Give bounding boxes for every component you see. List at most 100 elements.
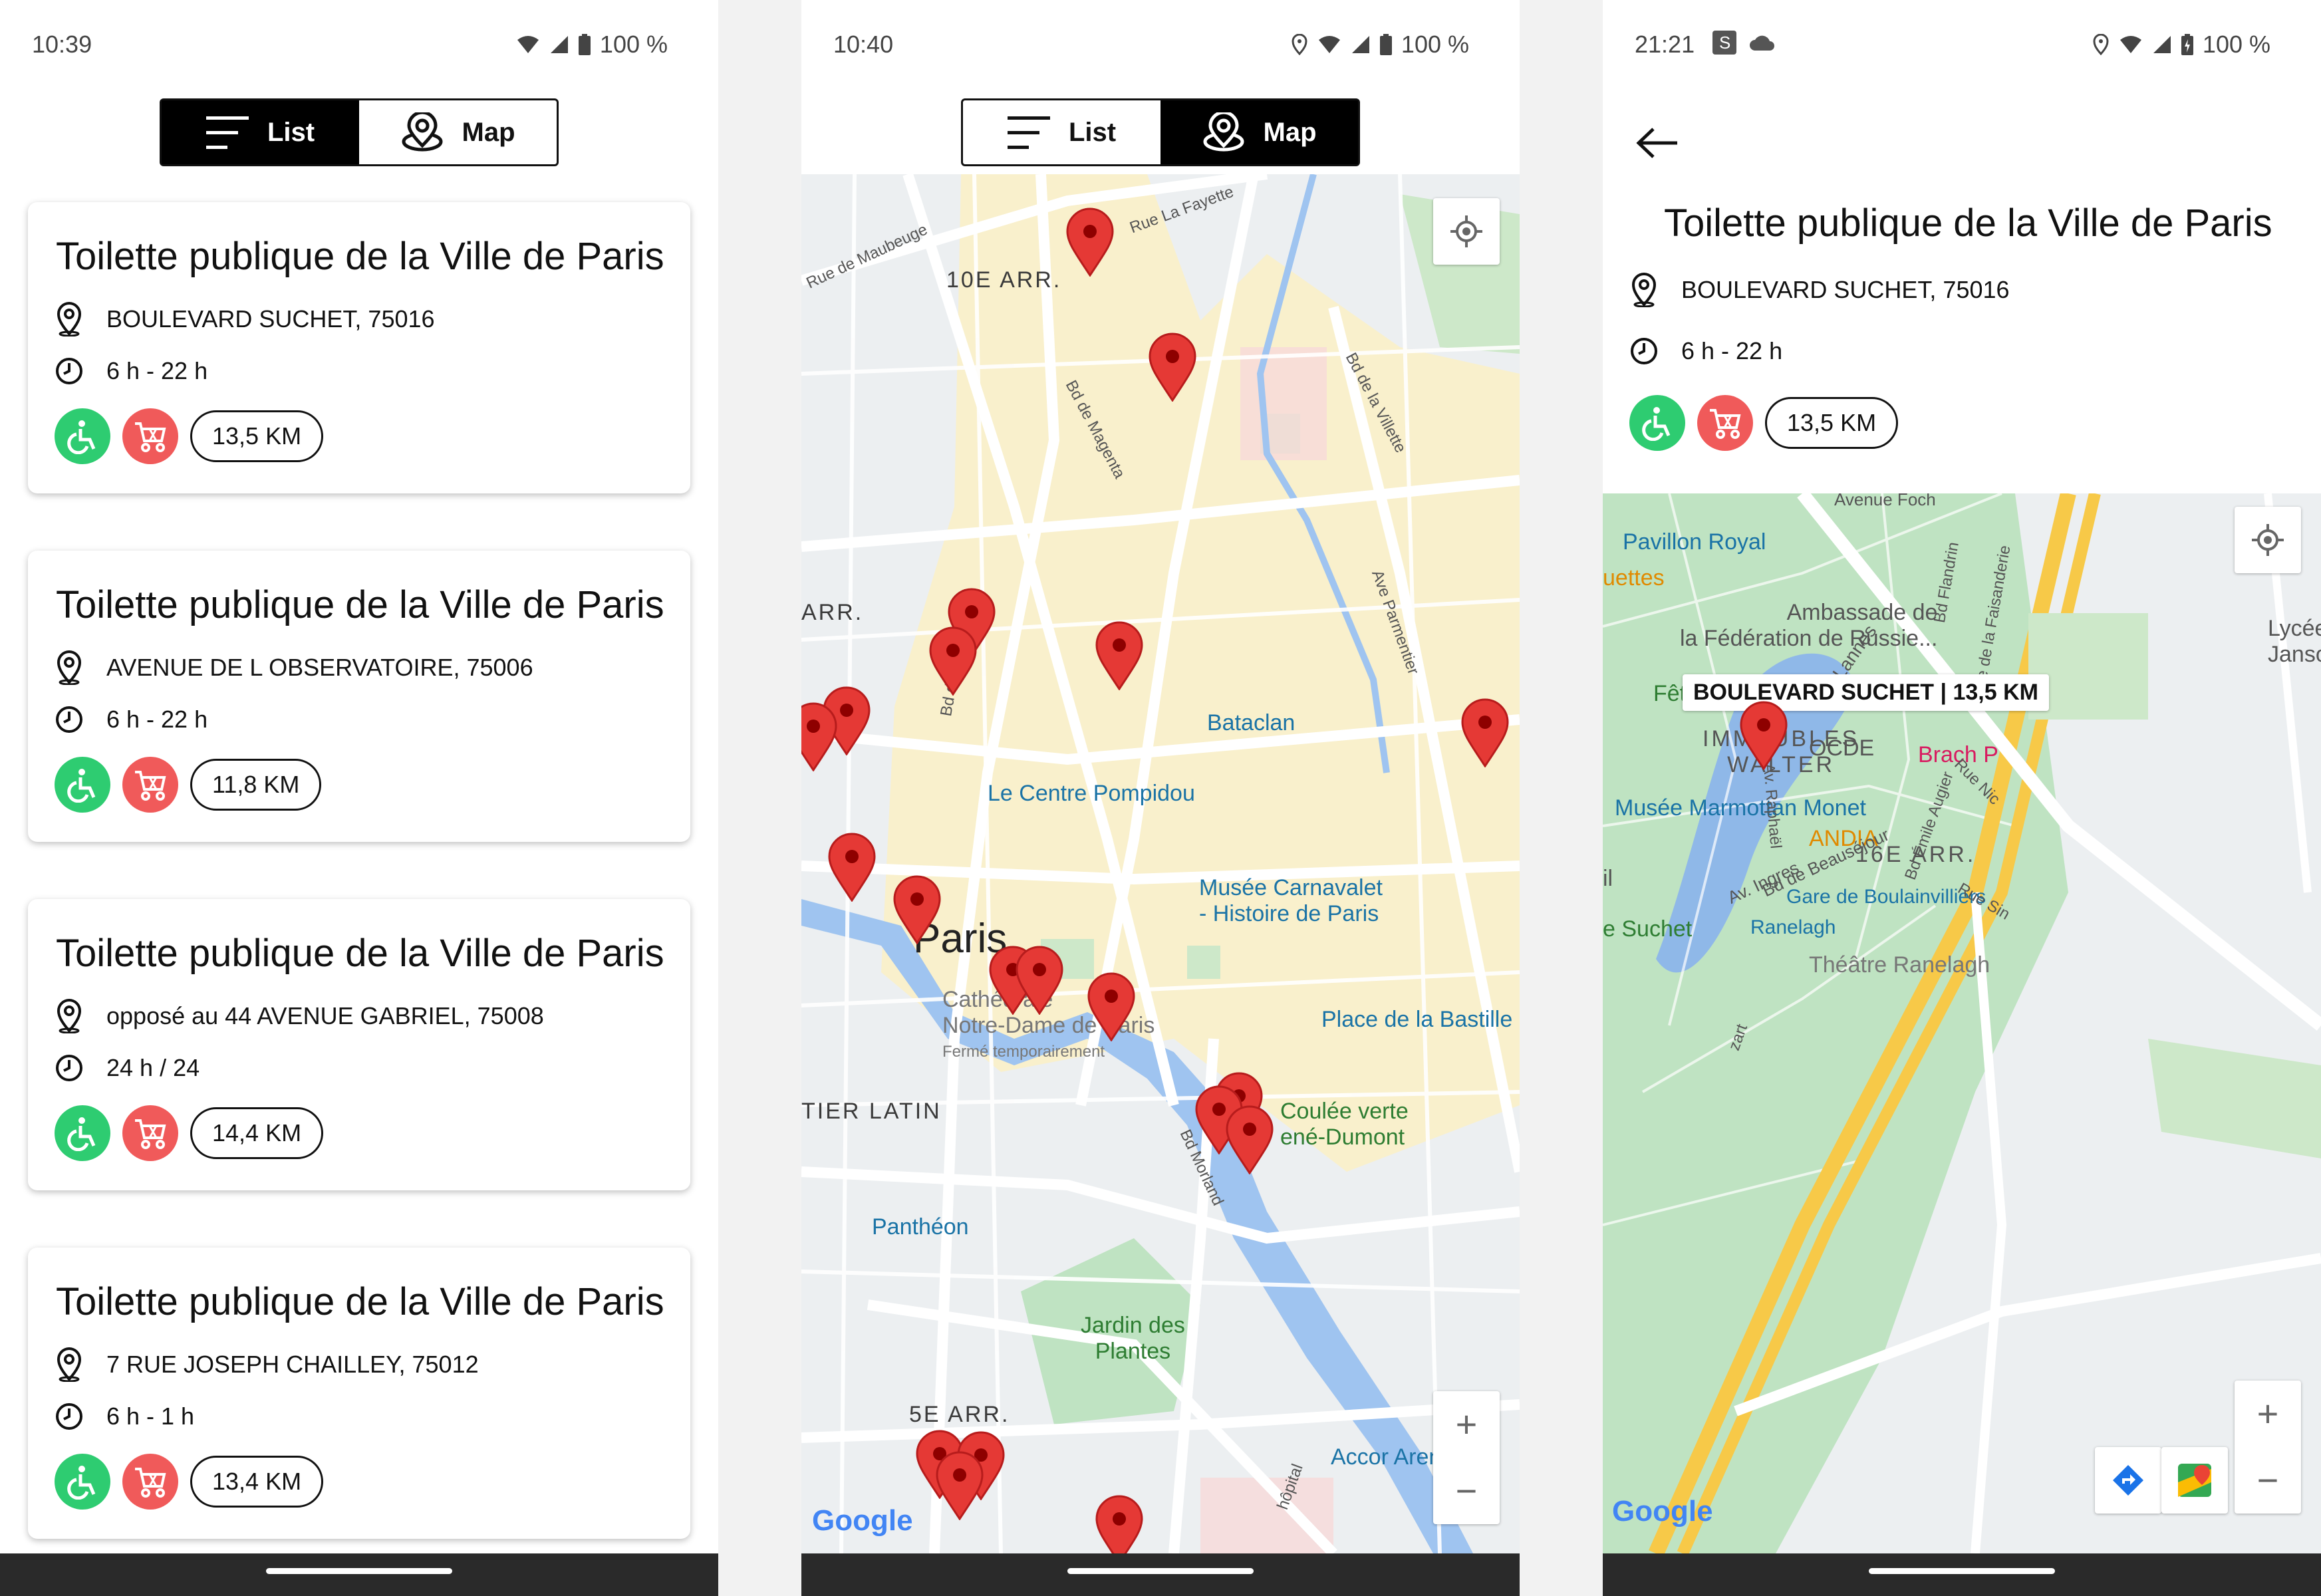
tab-list[interactable]: List <box>162 100 359 164</box>
toilet-pin[interactable] <box>1738 701 1789 770</box>
status-bar: 10:39 100 % <box>0 0 718 86</box>
tab-map[interactable]: Map <box>1160 100 1358 164</box>
google-logo: Google <box>812 1504 913 1537</box>
google-logo: Google <box>1612 1495 1713 1528</box>
detail-hours: 6 h - 22 h <box>1681 337 1783 364</box>
district-label: 5E ARR. <box>909 1402 1010 1427</box>
poi-lycee[interactable]: Lycée Janson d <box>2268 616 2321 668</box>
toilet-pin[interactable] <box>892 875 942 944</box>
status-time: 21:21 <box>1635 31 1695 58</box>
tab-list[interactable]: List <box>963 100 1160 164</box>
zoom-in-button[interactable]: + <box>2257 1381 2279 1447</box>
card-hours: 24 h / 24 <box>106 1054 200 1081</box>
card-address: BOULEVARD SUCHET, 75016 <box>106 305 435 332</box>
signal-icon <box>2153 36 2171 53</box>
park-label: Jardin des Plantes <box>1081 1313 1185 1364</box>
my-location-button[interactable] <box>2235 507 2301 573</box>
toilet-pin[interactable] <box>1460 698 1510 767</box>
poi-pompidou[interactable]: Le Centre Pompidou <box>988 781 1195 807</box>
distance-badge: 13,4 KM <box>190 1456 324 1508</box>
location-icon <box>57 650 82 685</box>
tab-map[interactable]: Map <box>359 100 557 164</box>
svg-text:S: S <box>1719 33 1730 53</box>
poi-carnavalet[interactable]: Musée Carnavalet - Histoire de Paris <box>1199 875 1383 927</box>
clock-icon <box>56 706 82 733</box>
detail-map[interactable]: Pavillon Royal uettes Ambassade de la Fé… <box>1603 493 2321 1553</box>
battery-icon <box>578 34 591 55</box>
poi-coulee-verte[interactable]: Coulée verte ené-Dumont <box>1280 1099 1409 1150</box>
toilet-pin[interactable] <box>801 702 839 771</box>
toilet-pin[interactable] <box>1147 332 1198 402</box>
card-hours: 6 h - 22 h <box>106 357 208 384</box>
back-arrow-icon[interactable] <box>1636 126 1679 160</box>
toilet-pin[interactable] <box>1094 621 1145 690</box>
poi-marmottan[interactable]: Musée Marmottan Monet <box>1615 795 1866 821</box>
zoom-in-button[interactable]: + <box>1456 1391 1478 1458</box>
poi-suchet[interactable]: e Suchet <box>1603 916 1692 942</box>
toilet-pin[interactable] <box>934 1451 985 1520</box>
home-handle[interactable] <box>266 1568 452 1574</box>
detail-title: Toilette publique de la Ville de Paris <box>1664 201 2272 245</box>
google-maps-icon <box>2178 1464 2211 1497</box>
toilet-card[interactable]: Toilette publique de la Ville de Paris B… <box>28 202 690 493</box>
poi-pantheon[interactable]: Panthéon <box>872 1214 969 1240</box>
poi-gare[interactable]: Gare de Boulainvilliers <box>1786 886 1986 908</box>
district-label: 10E ARR. <box>946 267 1062 293</box>
toilet-pin[interactable] <box>1014 946 1065 1015</box>
detail-screen: 21:21 S 100 % Toilette publique de la Vi… <box>1603 0 2321 1596</box>
distance-badge: 14,4 KM <box>190 1107 324 1159</box>
toilet-pin[interactable] <box>1224 1105 1275 1174</box>
distance-badge: 13,5 KM <box>1765 397 1899 449</box>
toilet-pin[interactable] <box>1065 207 1115 277</box>
battery-level: 100 % <box>2202 31 2270 58</box>
poi-ambassade[interactable]: Ambassade de la Fédération de Russie... <box>1680 600 1937 652</box>
zoom-out-button[interactable]: − <box>1456 1458 1478 1524</box>
baby-stroller-icon <box>122 408 178 464</box>
home-handle[interactable] <box>1067 1568 1254 1574</box>
clock-icon <box>56 1055 82 1081</box>
open-in-maps-button[interactable] <box>2161 1447 2228 1514</box>
battery-icon <box>1379 34 1392 55</box>
location-status-icon <box>2093 34 2109 55</box>
poi-bataclan[interactable]: Bataclan <box>1207 710 1295 736</box>
my-location-button[interactable] <box>1433 198 1500 265</box>
clock-icon <box>56 358 82 384</box>
location-icon <box>57 1347 82 1382</box>
poi-ocde[interactable]: OCDE <box>1809 735 1874 761</box>
wheelchair-icon <box>55 1105 110 1161</box>
poi-bastille[interactable]: Place de la Bastille <box>1321 1007 1512 1033</box>
card-title: Toilette publique de la Ville de Paris <box>56 932 664 975</box>
list-screen: 10:39 100 % List Map Toilette publique d… <box>0 0 718 1596</box>
status-bar: 10:40 100 % <box>801 0 1520 86</box>
wheelchair-icon <box>55 757 110 813</box>
toilet-card[interactable]: Toilette publique de la Ville de Paris o… <box>28 899 690 1190</box>
toilet-pin[interactable] <box>827 833 877 902</box>
wifi-icon <box>1318 36 1340 53</box>
toilet-card[interactable]: Toilette publique de la Ville de Paris A… <box>28 551 690 842</box>
status-bar: 21:21 S 100 % <box>1603 0 2321 86</box>
list-icon <box>1007 116 1050 149</box>
marker-callout[interactable]: BOULEVARD SUCHET | 13,5 KM <box>1683 674 2049 711</box>
district-label: ARR. <box>801 600 864 625</box>
toilet-pin[interactable] <box>1094 1495 1145 1553</box>
poi-pavillon-royal[interactable]: Pavillon Royal <box>1623 529 1766 555</box>
directions-button[interactable] <box>2095 1447 2161 1514</box>
location-status-icon <box>1292 34 1307 55</box>
clock-icon <box>56 1403 82 1430</box>
toilet-pin[interactable] <box>1086 972 1137 1041</box>
list-icon <box>205 116 249 149</box>
baby-stroller-icon <box>1697 395 1753 451</box>
poi-theatre[interactable]: Théâtre Ranelagh <box>1809 952 1990 978</box>
crosshair-icon <box>2252 524 2284 556</box>
gesture-bar <box>1603 1553 2321 1596</box>
view-toggle: List Map <box>160 98 559 166</box>
toilet-pin[interactable] <box>928 626 978 696</box>
zoom-out-button[interactable]: − <box>2257 1447 2279 1514</box>
home-handle[interactable] <box>1869 1568 2055 1574</box>
poi-ranelagh[interactable]: Ranelagh <box>1750 916 1836 939</box>
paris-map[interactable]: 10E ARR. ARR. Paris TIER LATIN 5E ARR. J… <box>801 174 1520 1553</box>
location-icon <box>57 302 82 336</box>
zoom-controls: + − <box>2235 1381 2301 1514</box>
poi-restaurant[interactable]: uettes <box>1603 565 1665 591</box>
toilet-card[interactable]: Toilette publique de la Ville de Paris 7… <box>28 1248 690 1539</box>
